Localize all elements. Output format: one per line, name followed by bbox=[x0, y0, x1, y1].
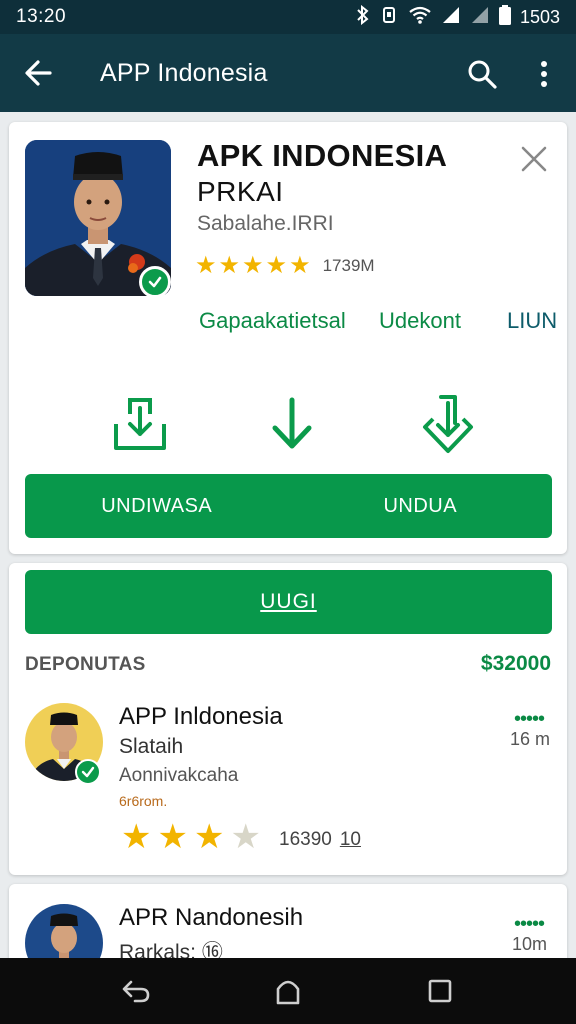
star-icon: ★ bbox=[121, 818, 152, 856]
star-icon: ★ bbox=[157, 818, 188, 856]
system-nav-bar bbox=[0, 958, 576, 1024]
rating-extra[interactable]: 10 bbox=[340, 829, 361, 850]
star-icon: ★ bbox=[289, 252, 311, 279]
status-time: 13:20 bbox=[16, 6, 67, 27]
app-subtitle: PRKAI bbox=[197, 176, 284, 207]
app-rating: ★ ★ ★ ★ ★ 1739M bbox=[195, 254, 375, 278]
download-shield-icon[interactable] bbox=[413, 392, 483, 456]
list-card: UUGI DEPONUTAS $32000 APP Inldonesia Sla… bbox=[9, 563, 567, 875]
app-developer[interactable]: Sabalahe.IRRI bbox=[197, 212, 334, 236]
app-detail-card: APK INDONESIA PRKAI Sabalahe.IRRI ★ ★ ★ … bbox=[9, 122, 567, 554]
list-item-rating: 16390 10 bbox=[279, 829, 361, 851]
link-content[interactable]: Udekont bbox=[379, 308, 461, 334]
more-dots-icon[interactable]: ••••• bbox=[514, 709, 545, 729]
page-title: APP Indonesia bbox=[100, 58, 268, 87]
wifi-icon bbox=[408, 5, 432, 30]
more-dots-icon[interactable]: ••••• bbox=[514, 914, 545, 934]
status-battery-text: 1503 bbox=[519, 6, 560, 27]
link-category[interactable]: Gapaakatietsal bbox=[199, 308, 346, 334]
star-icon: ★ bbox=[242, 252, 264, 279]
back-arrow-icon[interactable] bbox=[0, 34, 76, 112]
star-empty-icon: ★ bbox=[230, 818, 261, 856]
star-icon: ★ bbox=[265, 252, 288, 279]
search-icon[interactable] bbox=[458, 52, 506, 96]
download-box-icon[interactable] bbox=[105, 392, 175, 456]
signal-icon bbox=[441, 6, 461, 29]
app-name: APK INDONESIA bbox=[197, 138, 448, 173]
verified-check-icon bbox=[139, 266, 171, 298]
more-vert-icon[interactable] bbox=[522, 52, 566, 96]
list-item-time: 16 m bbox=[510, 729, 551, 749]
list-item-desc: Aonnivakcaha bbox=[119, 765, 239, 786]
list-item-stars: ★ ★ ★ ★ bbox=[121, 820, 261, 854]
list-item-title[interactable]: APR Nandonesih bbox=[119, 904, 303, 932]
secondary-action-button[interactable]: UNDUA bbox=[289, 474, 553, 538]
rating-count: 1739M bbox=[322, 256, 375, 275]
link-more[interactable]: LIUN bbox=[507, 308, 557, 334]
big-action-button[interactable]: UUGI bbox=[25, 570, 552, 634]
star-icon: ★ bbox=[193, 818, 225, 856]
nav-back-icon[interactable] bbox=[114, 969, 158, 1013]
download-button-group: UNDIWASA UNDUA bbox=[25, 474, 552, 538]
verified-check-icon bbox=[75, 759, 101, 785]
download-arrow-icon[interactable] bbox=[257, 392, 327, 456]
list-item-subtitle: Slataih bbox=[119, 735, 184, 758]
close-icon[interactable] bbox=[517, 142, 551, 176]
status-bar: 13:20 1503 bbox=[0, 0, 576, 34]
vibrate-icon bbox=[379, 5, 399, 30]
bluetooth-icon bbox=[356, 4, 370, 30]
signal2-icon bbox=[470, 6, 490, 29]
nav-home-icon[interactable] bbox=[266, 969, 310, 1013]
star-icon: ★ bbox=[195, 252, 217, 279]
nav-recents-icon[interactable] bbox=[418, 969, 462, 1013]
section-price: $32000 bbox=[480, 652, 551, 675]
list-item-time: 10m bbox=[512, 934, 548, 954]
app-bar: APP Indonesia bbox=[0, 34, 576, 112]
primary-action-button[interactable]: UNDIWASA bbox=[25, 474, 289, 538]
section-label: DEPONUTAS bbox=[25, 654, 146, 675]
list-item-title[interactable]: APP Inldonesia bbox=[119, 703, 283, 731]
list-item-tag: 6r6rom. bbox=[119, 793, 168, 809]
star-icon: ★ bbox=[218, 252, 241, 279]
battery-icon bbox=[498, 4, 511, 30]
rating-value: 16390 bbox=[279, 829, 332, 850]
